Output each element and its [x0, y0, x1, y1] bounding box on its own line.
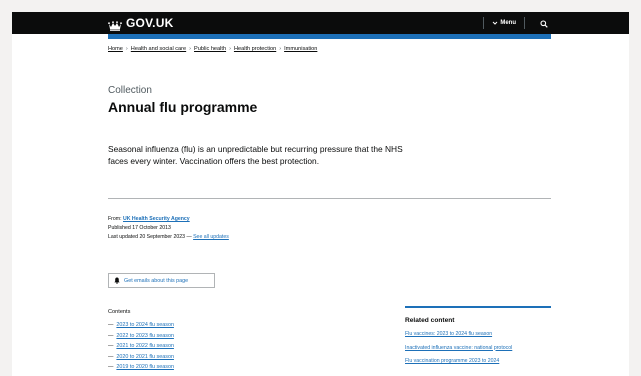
contents-link[interactable]: 2019 to 2020 flu season: [116, 364, 174, 370]
breadcrumb-separator: ›: [229, 46, 231, 52]
menu-label: Menu: [500, 20, 516, 26]
site-header: GOV.UK Menu: [12, 12, 629, 34]
breadcrumb-health-and-social-care[interactable]: Health and social care: [131, 46, 186, 52]
list-item: Flu vaccines: 2023 to 2024 flu season: [405, 331, 551, 339]
header-inner: GOV.UK Menu: [108, 12, 551, 34]
header-divider: [524, 17, 525, 29]
page-title: Annual flu programme: [108, 99, 258, 115]
related-heading: Related content: [405, 317, 455, 324]
search-icon: [540, 16, 548, 31]
menu-button[interactable]: Menu: [492, 20, 516, 26]
from-organisation-link[interactable]: UK Health Security Agency: [123, 216, 190, 222]
published-date: Published 17 October 2013: [108, 225, 171, 231]
contents-link[interactable]: 2022 to 2023 flu season: [116, 333, 174, 339]
list-dash: —: [108, 332, 114, 339]
from-line: From: UK Health Security Agency: [108, 215, 229, 224]
related-link[interactable]: Flu vaccination programme 2023 to 2024: [405, 358, 499, 364]
related-link[interactable]: Flu vaccines: 2023 to 2024 flu season: [405, 331, 492, 337]
list-item: —2022 to 2023 flu season: [108, 331, 174, 342]
list-item: Flu vaccination programme 2023 to 2024: [405, 358, 551, 366]
list-item: —2019 to 2020 flu season: [108, 362, 174, 373]
breadcrumb-separator: ›: [189, 46, 192, 52]
get-emails-label: Get emails about this page: [124, 277, 189, 284]
breadcrumb-public-health[interactable]: Public health: [194, 46, 226, 52]
breadcrumb-health-protection[interactable]: Health protection: [234, 46, 276, 52]
breadcrumb: Home › Health and social care › Public h…: [108, 46, 317, 52]
see-all-updates-link[interactable]: See all updates: [193, 234, 229, 240]
related-content: Related content Flu vaccines: 2023 to 20…: [405, 306, 551, 372]
list-dash: —: [108, 364, 114, 370]
header-divider: [483, 17, 485, 29]
updated-line: Last updated 20 September 2023 — See all…: [108, 233, 229, 242]
list-item: —2021 to 2022 flu season: [108, 341, 174, 352]
brand-text: GOV.UK: [126, 16, 174, 30]
list-dash: —: [108, 343, 114, 349]
govuk-logo-link[interactable]: GOV.UK: [108, 15, 173, 31]
list-item: Inactivated influenza vaccine: national …: [405, 345, 551, 353]
list-item: —2020 to 2021 flu season: [108, 352, 174, 363]
related-link[interactable]: Inactivated influenza vaccine: national …: [405, 345, 512, 351]
header-accent-bar: [108, 34, 551, 39]
page-caption: Collection: [108, 85, 152, 96]
section-divider: [108, 198, 551, 199]
contents-heading: Contents: [108, 309, 131, 315]
header-actions: Menu: [483, 12, 551, 34]
breadcrumb-separator: ›: [279, 46, 282, 52]
related-list: Flu vaccines: 2023 to 2024 flu season In…: [405, 331, 551, 366]
updated-date: Last updated 20 September 2023 —: [108, 234, 192, 240]
page: GOV.UK Menu Home › Health and social car…: [12, 12, 629, 376]
related-accent-rule: [405, 306, 551, 308]
metadata: From: UK Health Security Agency Publishe…: [108, 215, 229, 242]
crown-icon: [108, 18, 122, 31]
breadcrumb-home[interactable]: Home: [108, 46, 123, 52]
contents-link[interactable]: 2023 to 2024 flu season: [116, 322, 174, 328]
list-dash: —: [108, 322, 114, 328]
contents-link[interactable]: 2020 to 2021 flu season: [116, 354, 174, 360]
lead-paragraph: Seasonal influenza (flu) is an unpredict…: [108, 144, 403, 166]
chevron-down-icon: [492, 20, 498, 26]
bell-icon: [114, 277, 120, 284]
breadcrumb-immunisation[interactable]: Immunisation: [284, 46, 317, 52]
contents-list: —2023 to 2024 flu season —2022 to 2023 f…: [108, 320, 174, 373]
search-button[interactable]: [537, 16, 551, 30]
list-dash: —: [108, 353, 114, 360]
list-item: —2023 to 2024 flu season: [108, 320, 174, 331]
get-emails-button[interactable]: Get emails about this page: [108, 273, 215, 288]
breadcrumb-separator: ›: [125, 46, 128, 52]
contents-link[interactable]: 2021 to 2022 flu season: [116, 343, 174, 349]
from-label: From:: [108, 216, 122, 222]
